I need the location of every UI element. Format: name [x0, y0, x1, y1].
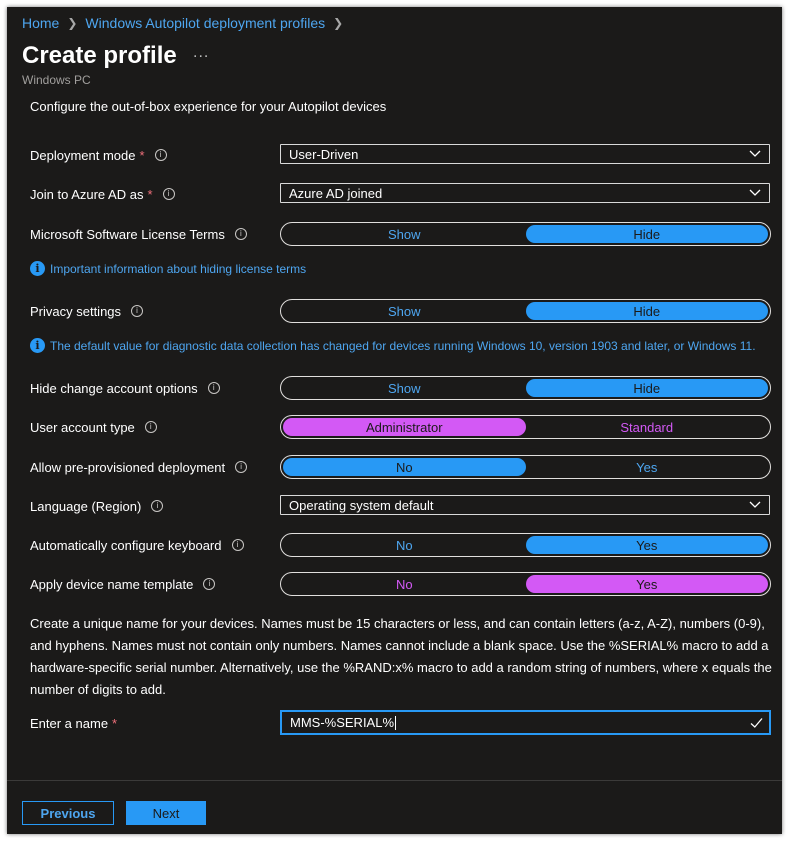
device-name-input-value-wrap: MMS-%SERIAL% — [290, 714, 397, 731]
license-terms-toggle: Show Hide — [280, 222, 771, 246]
info-icon[interactable]: i — [234, 228, 247, 240]
breadcrumb-autopilot-profiles[interactable]: Windows Autopilot deployment profiles — [85, 15, 325, 31]
required-marker: * — [139, 147, 145, 163]
privacy-info-row: i The default value for diagnostic data … — [30, 338, 756, 353]
info-icon[interactable]: i — [207, 382, 220, 394]
language-value: Operating system default — [289, 497, 434, 513]
chevron-down-icon — [749, 501, 761, 508]
device-name-template-label-text: Apply device name template — [30, 576, 194, 592]
required-marker: * — [147, 186, 153, 202]
info-icon[interactable]: i — [154, 149, 167, 161]
deployment-mode-label-text: Deployment mode — [30, 147, 136, 163]
pre-provisioned-no-option[interactable]: No — [283, 458, 526, 476]
privacy-label: Privacy settings i — [30, 300, 144, 322]
hide-change-account-toggle: Show Hide — [280, 376, 771, 400]
pre-provisioned-yes-option[interactable]: Yes — [526, 458, 769, 476]
info-filled-icon: i — [30, 338, 45, 353]
footer-divider — [7, 780, 782, 781]
intro-text: Configure the out-of-box experience for … — [30, 99, 387, 114]
hide-change-account-show-option[interactable]: Show — [283, 379, 526, 397]
info-icon[interactable]: i — [162, 188, 175, 200]
next-button[interactable]: Next — [126, 801, 206, 825]
pre-provisioned-toggle: No Yes — [280, 455, 771, 479]
deployment-mode-value: User-Driven — [289, 146, 359, 162]
checkmark-icon — [750, 717, 763, 728]
privacy-info-link[interactable]: The default value for diagnostic data co… — [50, 339, 756, 353]
privacy-label-text: Privacy settings — [30, 303, 122, 319]
previous-button[interactable]: Previous — [22, 801, 114, 825]
license-terms-hide-option[interactable]: Hide — [525, 225, 768, 243]
page-title: Create profile — [22, 42, 177, 69]
auto-keyboard-yes-option[interactable]: Yes — [525, 536, 768, 554]
pre-provisioned-label-text: Allow pre-provisioned deployment — [30, 459, 226, 475]
auto-keyboard-no-option[interactable]: No — [283, 536, 526, 554]
info-icon[interactable]: i — [235, 461, 248, 473]
join-azure-value: Azure AD joined — [289, 185, 383, 201]
chevron-right-icon: ❯ — [67, 16, 78, 30]
user-account-type-label-text: User account type — [30, 419, 135, 435]
privacy-hide-option[interactable]: Hide — [525, 302, 768, 320]
pre-provisioned-label: Allow pre-provisioned deployment i — [30, 456, 248, 478]
name-template-description: Create a unique name for your devices. N… — [30, 616, 772, 697]
text-caret — [395, 716, 397, 731]
create-profile-window: Home ❯ Windows Autopilot deployment prof… — [7, 7, 782, 834]
device-name-template-label: Apply device name template i — [30, 573, 216, 595]
license-info-link[interactable]: Important information about hiding licen… — [50, 262, 306, 276]
info-icon[interactable]: i — [151, 500, 164, 512]
auto-keyboard-toggle: No Yes — [280, 533, 771, 557]
user-account-type-standard-option[interactable]: Standard — [526, 418, 769, 436]
chevron-down-icon — [749, 189, 761, 196]
info-icon[interactable]: i — [203, 578, 216, 590]
privacy-show-option[interactable]: Show — [283, 302, 526, 320]
info-filled-icon: i — [30, 261, 45, 276]
device-name-input[interactable]: MMS-%SERIAL% — [280, 710, 771, 735]
device-name-input-value: MMS-%SERIAL% — [290, 714, 395, 730]
license-terms-label-text: Microsoft Software License Terms — [30, 226, 225, 242]
user-account-type-toggle: Administrator Standard — [280, 415, 771, 439]
chevron-right-icon: ❯ — [333, 16, 344, 30]
info-icon[interactable]: i — [131, 305, 144, 317]
hide-change-account-label: Hide change account options i — [30, 377, 220, 399]
required-marker: * — [112, 715, 118, 731]
breadcrumb: Home ❯ Windows Autopilot deployment prof… — [22, 14, 351, 32]
join-azure-dropdown[interactable]: Azure AD joined — [280, 183, 770, 203]
enter-name-label: Enter a name * — [30, 712, 117, 734]
deployment-mode-label: Deployment mode * i — [30, 144, 167, 166]
deployment-mode-dropdown[interactable]: User-Driven — [280, 144, 770, 164]
language-label: Language (Region) i — [30, 495, 164, 517]
language-dropdown[interactable]: Operating system default — [280, 495, 770, 515]
chevron-down-icon — [749, 150, 761, 157]
hide-change-account-hide-option[interactable]: Hide — [525, 379, 768, 397]
hide-change-account-label-text: Hide change account options — [30, 380, 198, 396]
device-name-template-toggle: No Yes — [280, 572, 771, 596]
enter-name-label-text: Enter a name — [30, 715, 109, 731]
join-azure-label-text: Join to Azure AD as — [30, 186, 144, 202]
device-name-template-no-option[interactable]: No — [283, 575, 526, 593]
privacy-toggle: Show Hide — [280, 299, 771, 323]
auto-keyboard-label-text: Automatically configure keyboard — [30, 537, 222, 553]
license-terms-label: Microsoft Software License Terms i — [30, 223, 247, 245]
device-name-template-yes-option[interactable]: Yes — [525, 575, 768, 593]
license-terms-show-option[interactable]: Show — [283, 225, 526, 243]
license-info-row: i Important information about hiding lic… — [30, 261, 306, 276]
page-subtitle: Windows PC — [22, 73, 91, 87]
auto-keyboard-label: Automatically configure keyboard i — [30, 534, 244, 556]
user-account-type-administrator-option[interactable]: Administrator — [283, 418, 526, 436]
info-icon[interactable]: i — [144, 421, 157, 433]
breadcrumb-home[interactable]: Home — [22, 15, 59, 31]
more-icon[interactable]: ... — [193, 44, 209, 62]
join-azure-label: Join to Azure AD as * i — [30, 183, 175, 205]
info-icon[interactable]: i — [231, 539, 244, 551]
user-account-type-label: User account type i — [30, 416, 157, 438]
language-label-text: Language (Region) — [30, 498, 142, 514]
